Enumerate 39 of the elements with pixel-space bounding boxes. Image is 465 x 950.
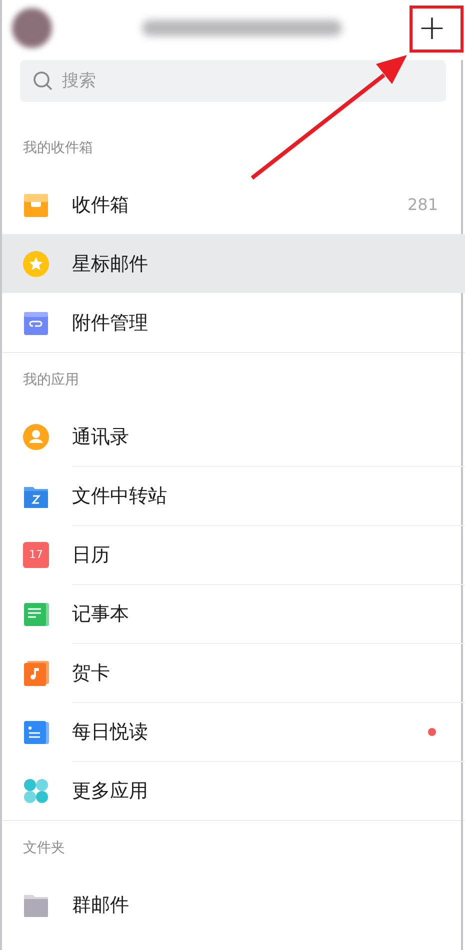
section-title: 我的收件箱	[23, 139, 93, 158]
tray-icon	[23, 192, 49, 218]
item-label: 贺卡	[72, 661, 110, 686]
mailbox-item[interactable]: 通讯录	[2, 407, 465, 466]
mailbox-item[interactable]: 群邮件	[2, 875, 465, 934]
calendar-icon: 17	[23, 542, 49, 568]
mailbox-item[interactable]: 更多应用	[2, 761, 465, 820]
item-label: 群邮件	[72, 892, 129, 918]
unread-count: 281	[407, 195, 438, 214]
music-note-icon	[23, 660, 49, 686]
item-label: 收件箱	[72, 192, 129, 218]
mailbox-item[interactable]: 附件管理	[2, 293, 465, 352]
apps-icon	[23, 778, 49, 804]
search-icon	[33, 71, 53, 91]
item-label: 附件管理	[72, 310, 148, 336]
mailbox-item[interactable]: 每日悦读	[2, 702, 465, 761]
item-label: 文件中转站	[72, 484, 167, 509]
mailbox-item[interactable]: 星标邮件	[2, 234, 465, 293]
mailbox-item[interactable]: 贺卡	[2, 643, 465, 702]
search-field[interactable]: 搜索	[20, 60, 446, 102]
section-title: 文件夹	[23, 839, 65, 858]
item-label: 通讯录	[72, 424, 129, 450]
add-button[interactable]: +	[407, 6, 457, 50]
item-label: 更多应用	[72, 779, 148, 804]
person-icon	[23, 424, 49, 450]
item-label: 日历	[72, 543, 110, 568]
mailbox-item[interactable]: 记事本	[2, 584, 465, 643]
mailbox-item[interactable]: 17 日历	[2, 525, 465, 584]
mailbox-item[interactable]: 文件中转站	[2, 466, 465, 525]
item-label: 记事本	[72, 602, 129, 627]
document-icon	[23, 718, 49, 744]
item-label: 每日悦读	[72, 720, 148, 745]
mailbox-item[interactable]: 收件箱 281	[2, 175, 465, 234]
paperclip-icon	[23, 310, 49, 336]
section-title: 我的应用	[23, 371, 79, 390]
avatar-icon[interactable]	[12, 8, 52, 48]
notepad-icon	[23, 600, 49, 626]
annotation-box	[410, 6, 464, 52]
item-label: 星标邮件	[72, 252, 148, 276]
